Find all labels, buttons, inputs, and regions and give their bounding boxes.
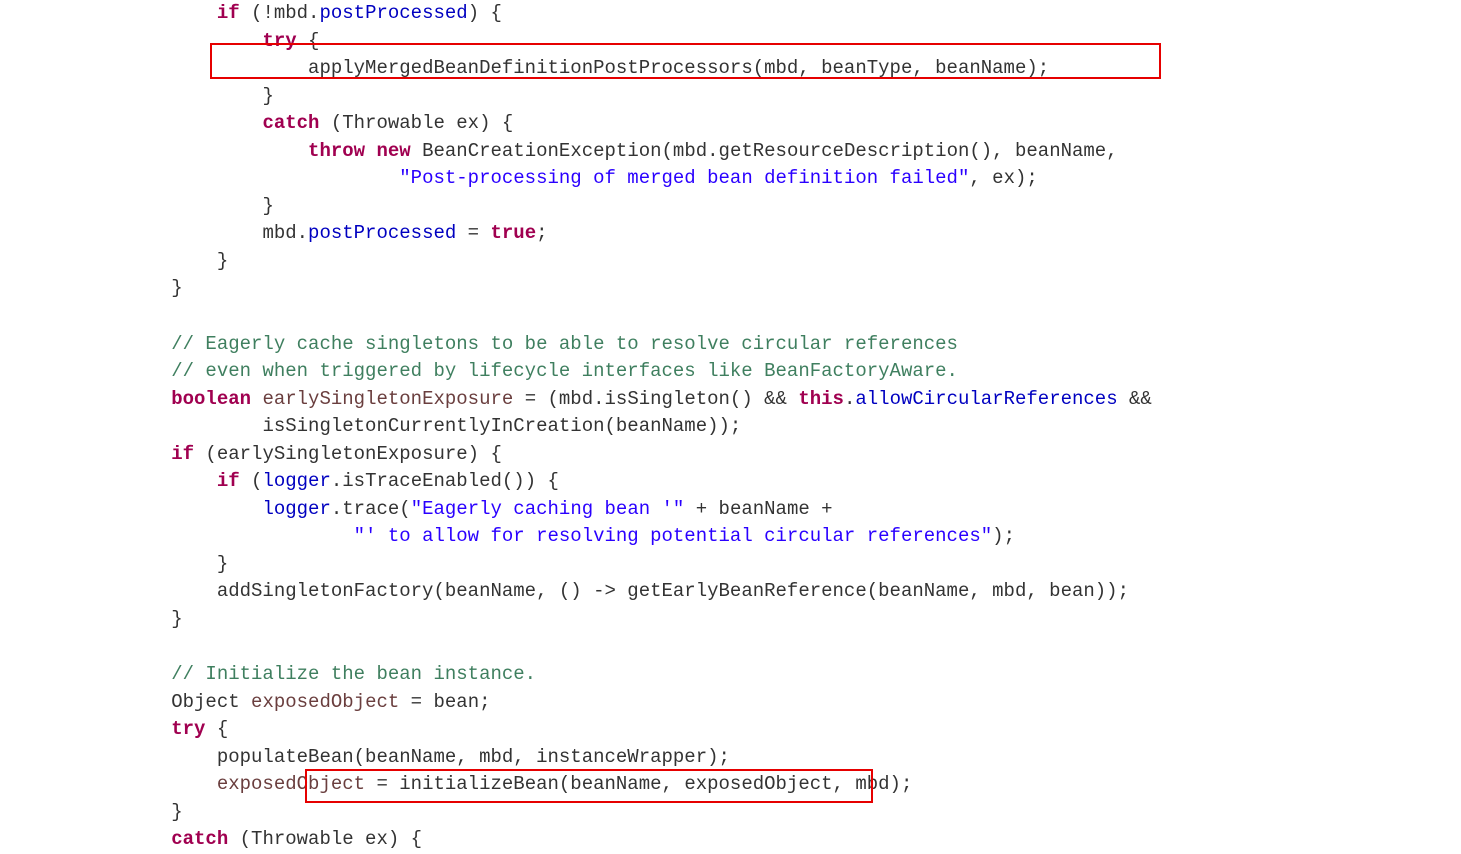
code-token: populateBean(beanName, mbd, instanceWrap… <box>217 746 730 768</box>
code-token: ; <box>536 222 547 244</box>
code-token: exposedObject <box>217 773 365 795</box>
code-token: (earlySingletonExposure) { <box>194 443 502 465</box>
code-token: boolean <box>171 388 251 410</box>
code-token <box>251 388 262 410</box>
code-token: throw <box>308 140 365 162</box>
code-token: catch <box>262 112 319 134</box>
code-token: Object <box>171 691 251 713</box>
code-token: this <box>798 388 844 410</box>
code-token: . <box>844 388 855 410</box>
code-token: } <box>217 553 228 575</box>
code-token: ) { <box>468 2 502 24</box>
code-token: new <box>376 140 410 162</box>
code-token: } <box>171 801 182 823</box>
code-token: logger <box>262 470 330 492</box>
code-token: } <box>262 85 273 107</box>
code-token: if <box>217 2 240 24</box>
code-token: logger <box>262 498 330 520</box>
code-token: = (mbd.isSingleton() && <box>513 388 798 410</box>
code-token: isSingletonCurrentlyInCreation(beanName)… <box>262 415 741 437</box>
code-token: = bean; <box>399 691 490 713</box>
code-token: (!mbd. <box>240 2 320 24</box>
code-token: "' to allow for resolving potential circ… <box>354 525 993 547</box>
code-token: .trace( <box>331 498 411 520</box>
code-token: (Throwable ex) { <box>228 828 422 850</box>
code-token: mbd. <box>262 222 308 244</box>
code-token: catch <box>171 828 228 850</box>
code-token: ); <box>992 525 1015 547</box>
code-token: { <box>205 718 228 740</box>
code-token: // Eagerly cache singletons to be able t… <box>171 333 958 355</box>
code-token: allowCircularReferences <box>855 388 1117 410</box>
code-token: applyMergedBeanDefinitionPostProcessors(… <box>308 57 1049 79</box>
code-token <box>365 140 376 162</box>
code-token: { <box>297 30 320 52</box>
code-token: , ex); <box>969 167 1037 189</box>
code-token: earlySingletonExposure <box>262 388 513 410</box>
code-token: try <box>262 30 296 52</box>
code-token: + beanName + <box>684 498 832 520</box>
code-token: if <box>217 470 240 492</box>
code-token: && <box>1118 388 1152 410</box>
code-token: // Initialize the bean instance. <box>171 663 536 685</box>
code-token: (Throwable ex) { <box>319 112 513 134</box>
code-token: try <box>171 718 205 740</box>
code-block: if (!mbd.postProcessed) { try { applyMer… <box>0 0 1461 854</box>
code-token: // even when triggered by lifecycle inte… <box>171 360 958 382</box>
code-token: addSingletonFactory(beanName, () -> getE… <box>217 580 1129 602</box>
code-token: "Post-processing of merged bean definiti… <box>399 167 969 189</box>
code-token: BeanCreationException(mbd.getResourceDes… <box>411 140 1118 162</box>
code-token: } <box>262 195 273 217</box>
code-token: postProcessed <box>308 222 456 244</box>
code-token: = <box>456 222 490 244</box>
code-token: = initializeBean(beanName, exposedObject… <box>365 773 912 795</box>
code-token: true <box>491 222 537 244</box>
code-token: } <box>217 250 228 272</box>
code-token: exposedObject <box>251 691 399 713</box>
code-token: "Eagerly caching bean '" <box>411 498 685 520</box>
code-token: } <box>171 277 182 299</box>
code-token: } <box>171 608 182 630</box>
code-token: postProcessed <box>319 2 467 24</box>
code-token: .isTraceEnabled()) { <box>331 470 559 492</box>
code-token: ( <box>240 470 263 492</box>
code-token: if <box>171 443 194 465</box>
